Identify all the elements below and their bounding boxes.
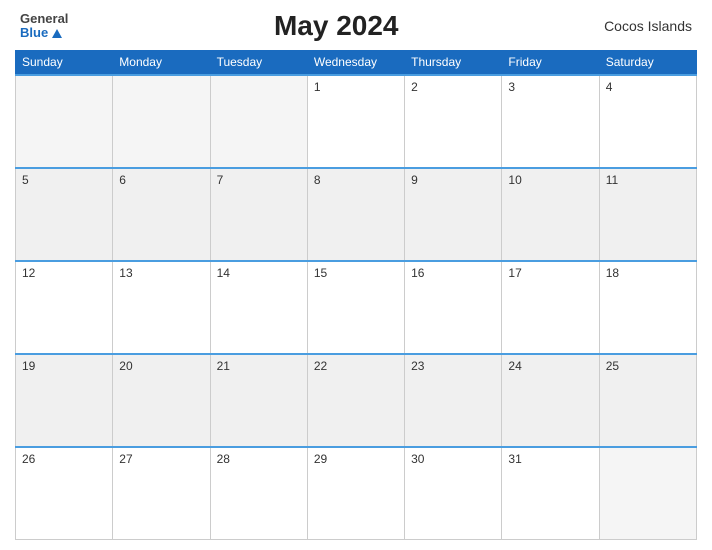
calendar-cell-w5d3: 28	[210, 447, 307, 540]
calendar-cell-w5d4: 29	[307, 447, 404, 540]
day-number: 16	[411, 266, 424, 280]
day-number: 11	[606, 173, 618, 187]
calendar-cell-w4d1: 19	[16, 354, 113, 447]
day-headers-row: Sunday Monday Tuesday Wednesday Thursday…	[16, 51, 697, 75]
week-row-4: 19 20 21 22 23 24 25	[16, 354, 697, 447]
day-number: 2	[411, 80, 418, 94]
header-monday: Monday	[113, 51, 210, 75]
day-number: 14	[217, 266, 230, 280]
header-wednesday: Wednesday	[307, 51, 404, 75]
calendar-cell-w3d2: 13	[113, 261, 210, 354]
day-number: 6	[119, 173, 126, 187]
header: General Blue May 2024 Cocos Islands	[15, 10, 697, 42]
calendar-cell-w3d6: 17	[502, 261, 599, 354]
logo-blue-text: Blue	[20, 26, 68, 40]
calendar-cell-w4d2: 20	[113, 354, 210, 447]
day-number: 30	[411, 452, 424, 466]
header-sunday: Sunday	[16, 51, 113, 75]
calendar-cell-w2d4: 8	[307, 168, 404, 261]
day-number: 12	[22, 266, 35, 280]
calendar-cell-w3d4: 15	[307, 261, 404, 354]
day-number: 31	[508, 452, 521, 466]
day-number: 3	[508, 80, 515, 94]
header-tuesday: Tuesday	[210, 51, 307, 75]
logo: General Blue	[20, 12, 68, 41]
header-saturday: Saturday	[599, 51, 696, 75]
day-number: 13	[119, 266, 132, 280]
calendar-cell-w3d5: 16	[405, 261, 502, 354]
calendar-cell-w2d5: 9	[405, 168, 502, 261]
calendar-cell-w1d6: 3	[502, 75, 599, 168]
day-number: 1	[314, 80, 321, 94]
region-name: Cocos Islands	[604, 18, 692, 34]
calendar-title: May 2024	[274, 10, 399, 42]
day-number: 5	[22, 173, 29, 187]
logo-triangle-icon	[52, 29, 62, 38]
calendar-cell-w3d3: 14	[210, 261, 307, 354]
day-number: 8	[314, 173, 321, 187]
day-number: 9	[411, 173, 418, 187]
week-row-2: 5 6 7 8 9 10 11	[16, 168, 697, 261]
day-number: 17	[508, 266, 521, 280]
calendar-cell-w1d5: 2	[405, 75, 502, 168]
header-thursday: Thursday	[405, 51, 502, 75]
day-number: 23	[411, 359, 424, 373]
calendar-cell-w1d4: 1	[307, 75, 404, 168]
calendar-cell-w1d1	[16, 75, 113, 168]
calendar-cell-w2d3: 7	[210, 168, 307, 261]
calendar-cell-w5d6: 31	[502, 447, 599, 540]
day-number: 22	[314, 359, 327, 373]
calendar-cell-w2d2: 6	[113, 168, 210, 261]
calendar-cell-w1d2	[113, 75, 210, 168]
day-number: 4	[606, 80, 613, 94]
day-number: 29	[314, 452, 327, 466]
day-number: 19	[22, 359, 35, 373]
day-number: 10	[508, 173, 521, 187]
day-number: 18	[606, 266, 619, 280]
week-row-1: 1 2 3 4	[16, 75, 697, 168]
calendar-cell-w2d6: 10	[502, 168, 599, 261]
calendar-cell-w4d6: 24	[502, 354, 599, 447]
calendar-cell-w4d5: 23	[405, 354, 502, 447]
calendar-cell-w5d5: 30	[405, 447, 502, 540]
calendar-cell-w5d2: 27	[113, 447, 210, 540]
day-number: 27	[119, 452, 132, 466]
day-number: 20	[119, 359, 132, 373]
day-number: 26	[22, 452, 35, 466]
day-number: 15	[314, 266, 327, 280]
calendar-cell-w5d7	[599, 447, 696, 540]
calendar-cell-w4d3: 21	[210, 354, 307, 447]
week-row-3: 12 13 14 15 16 17 18	[16, 261, 697, 354]
calendar-cell-w2d7: 11	[599, 168, 696, 261]
day-number: 24	[508, 359, 521, 373]
day-number: 7	[217, 173, 224, 187]
day-number: 21	[217, 359, 230, 373]
calendar-table: Sunday Monday Tuesday Wednesday Thursday…	[15, 50, 697, 540]
logo-general-text: General	[20, 12, 68, 26]
calendar-cell-w1d7: 4	[599, 75, 696, 168]
calendar-cell-w4d4: 22	[307, 354, 404, 447]
calendar-cell-w4d7: 25	[599, 354, 696, 447]
calendar-page: General Blue May 2024 Cocos Islands Sund…	[0, 0, 712, 550]
calendar-cell-w5d1: 26	[16, 447, 113, 540]
day-number: 28	[217, 452, 230, 466]
calendar-cell-w2d1: 5	[16, 168, 113, 261]
calendar-cell-w3d1: 12	[16, 261, 113, 354]
week-row-5: 26 27 28 29 30 31	[16, 447, 697, 540]
day-number: 25	[606, 359, 619, 373]
header-friday: Friday	[502, 51, 599, 75]
calendar-cell-w3d7: 18	[599, 261, 696, 354]
calendar-cell-w1d3	[210, 75, 307, 168]
